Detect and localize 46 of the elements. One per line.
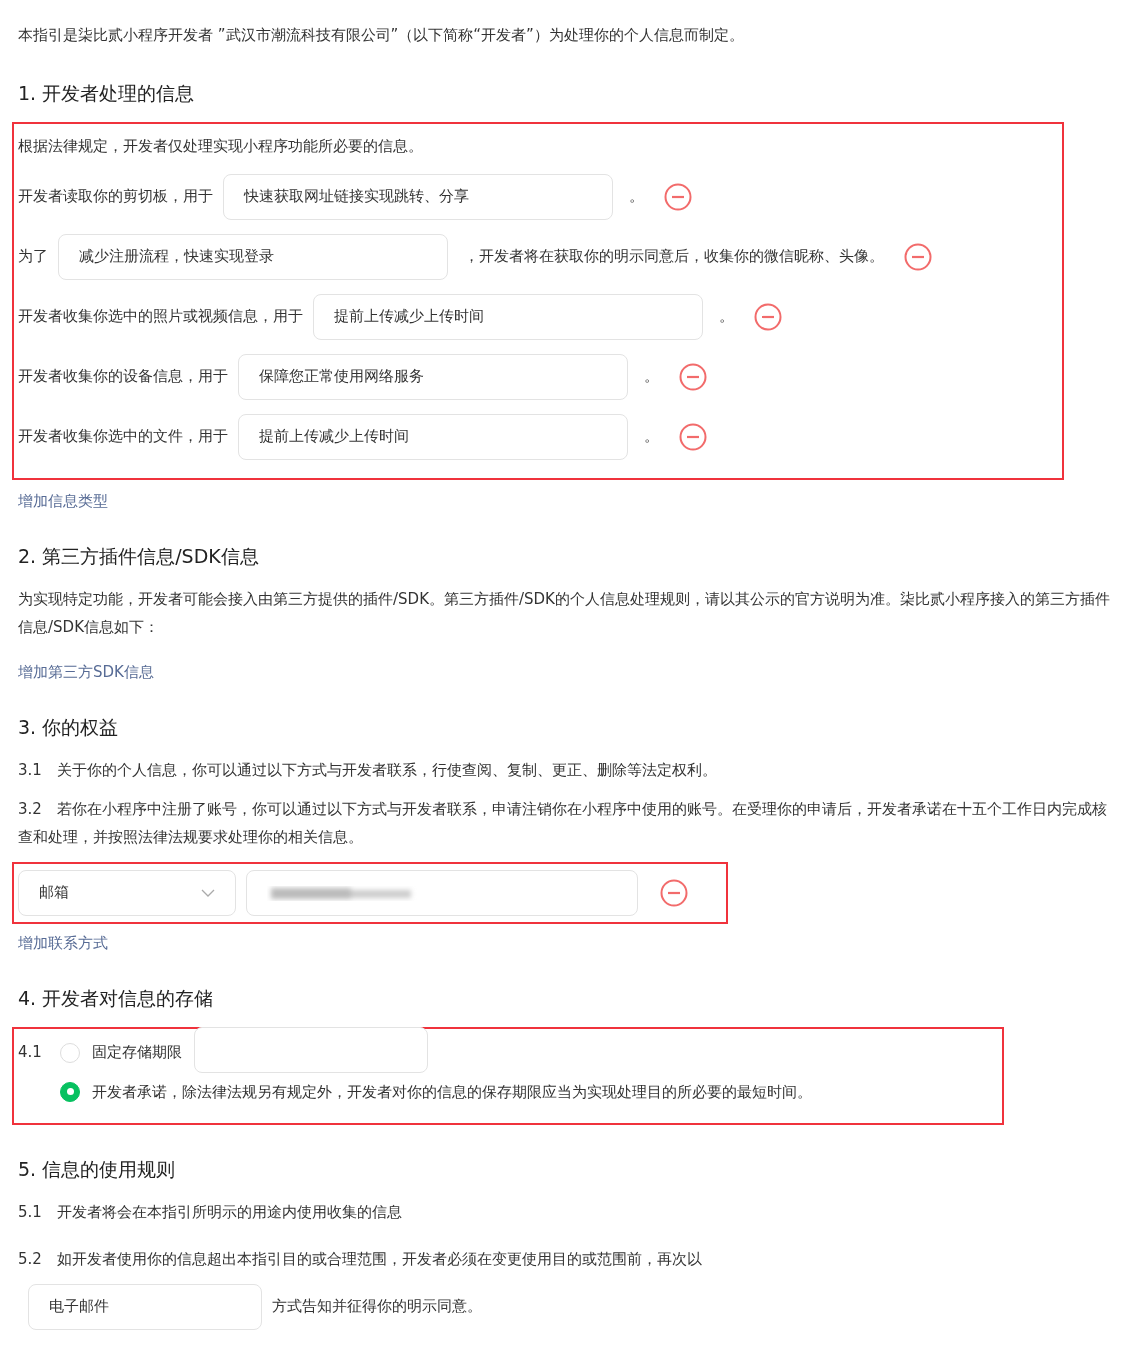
add-link[interactable]: 增加信息类型 [18,489,108,512]
input-field[interactable] [246,869,638,916]
input-field[interactable]: 电子邮件 [28,1283,262,1330]
radio-button[interactable] [60,1081,80,1102]
field-label: 开发者读取你的剪切板，用于 [18,186,213,208]
body-text: 5.2 如开发者使用你的信息超出本指引目的或合理范围，开发者必须在变更使用目的或范围前，再次以 [18,1248,703,1270]
body-text: 5.1 开发者将会在本指引所明示的用途内使用收集的信息 [18,1201,403,1223]
field-label: 开发者收集你选中的文件，用于 [18,426,228,448]
section-heading: 2. 第三方插件信息/SDK信息 [18,544,260,569]
input-field[interactable] [194,1026,428,1073]
field-label: ，开发者将在获取你的明示同意后，收集你的微信昵称、头像。 [464,246,884,268]
section-heading: 1. 开发者处理的信息 [18,81,196,106]
add-link[interactable]: 增加第三方SDK信息 [18,662,154,681]
add-link[interactable]: 增加联系方式 [18,931,108,954]
section-heading: 5. 信息的使用规则 [18,1157,177,1182]
remove-icon[interactable] [664,182,692,211]
remove-icon[interactable] [904,242,932,271]
remove-icon[interactable] [660,878,688,907]
body-text: 3.1 关于你的个人信息，你可以通过以下方式与开发者联系，行使查阅、复制、更正、删除等法定权利。 [18,759,718,781]
input-field[interactable]: 保障您正常使用网络服务 [238,353,628,400]
body-text: 根据法律规定，开发者仅处理实现小程序功能所必要的信息。 [18,135,424,157]
field-label: 开发者收集你的设备信息，用于 [18,366,228,388]
body-text: 3.2 若你在小程序中注册了账号，你可以通过以下方式与开发者联系，申请注销你在小程序中使用的账号。在受理你的申请后，开发者承诺在十五个工作日内完成核查和处理，并按照法律法规要求处理你的相关信息。 [18,798,1108,848]
field-label: 方式告知并征得你的明示同意。 [272,1296,482,1318]
field-label: 。 [629,186,644,208]
select-field[interactable]: 邮箱 [18,869,236,916]
body-text: 为实现特定功能，开发者可能会接入由第三方提供的插件/SDK。第三方插件/SDK的个人信息处理规则，请以其公示的官方说明为准。柒比贰小程序接入的第三方插件信息/SDK信息如下： [18,588,1111,638]
intro-text: 本指引是柒比贰小程序开发者 ”武汉市潮流科技有限公司”（以下简称“开发者”）为处理你的个人信息而制定。 [18,25,745,46]
remove-icon[interactable] [679,422,707,451]
section-number: 4.1 [18,1042,43,1064]
option-label: 固定存储期限 [92,1042,182,1064]
field-label: 开发者收集你选中的照片或视频信息，用于 [18,306,303,328]
field-label: 。 [644,426,659,448]
field-label: 。 [644,366,659,388]
remove-icon[interactable] [679,362,707,391]
option-label: 开发者承诺，除法律法规另有规定外，开发者对你的信息的保存期限应当为实现处理目的所必要的最短时间。 [92,1081,812,1103]
input-field[interactable]: 提前上传减少上传时间 [238,413,628,460]
field-label: 。 [719,306,734,328]
input-field[interactable]: 减少注册流程，快速实现登录 [58,233,448,280]
input-field[interactable]: 快速获取网址链接实现跳转、分享 [223,173,613,220]
section-heading: 3. 你的权益 [18,715,120,740]
input-field[interactable]: 提前上传减少上传时间 [313,293,703,340]
section-heading: 4. 开发者对信息的存储 [18,986,215,1011]
remove-icon[interactable] [754,302,782,331]
chevron-down-icon [201,888,215,897]
field-label: 为了 [18,246,48,268]
